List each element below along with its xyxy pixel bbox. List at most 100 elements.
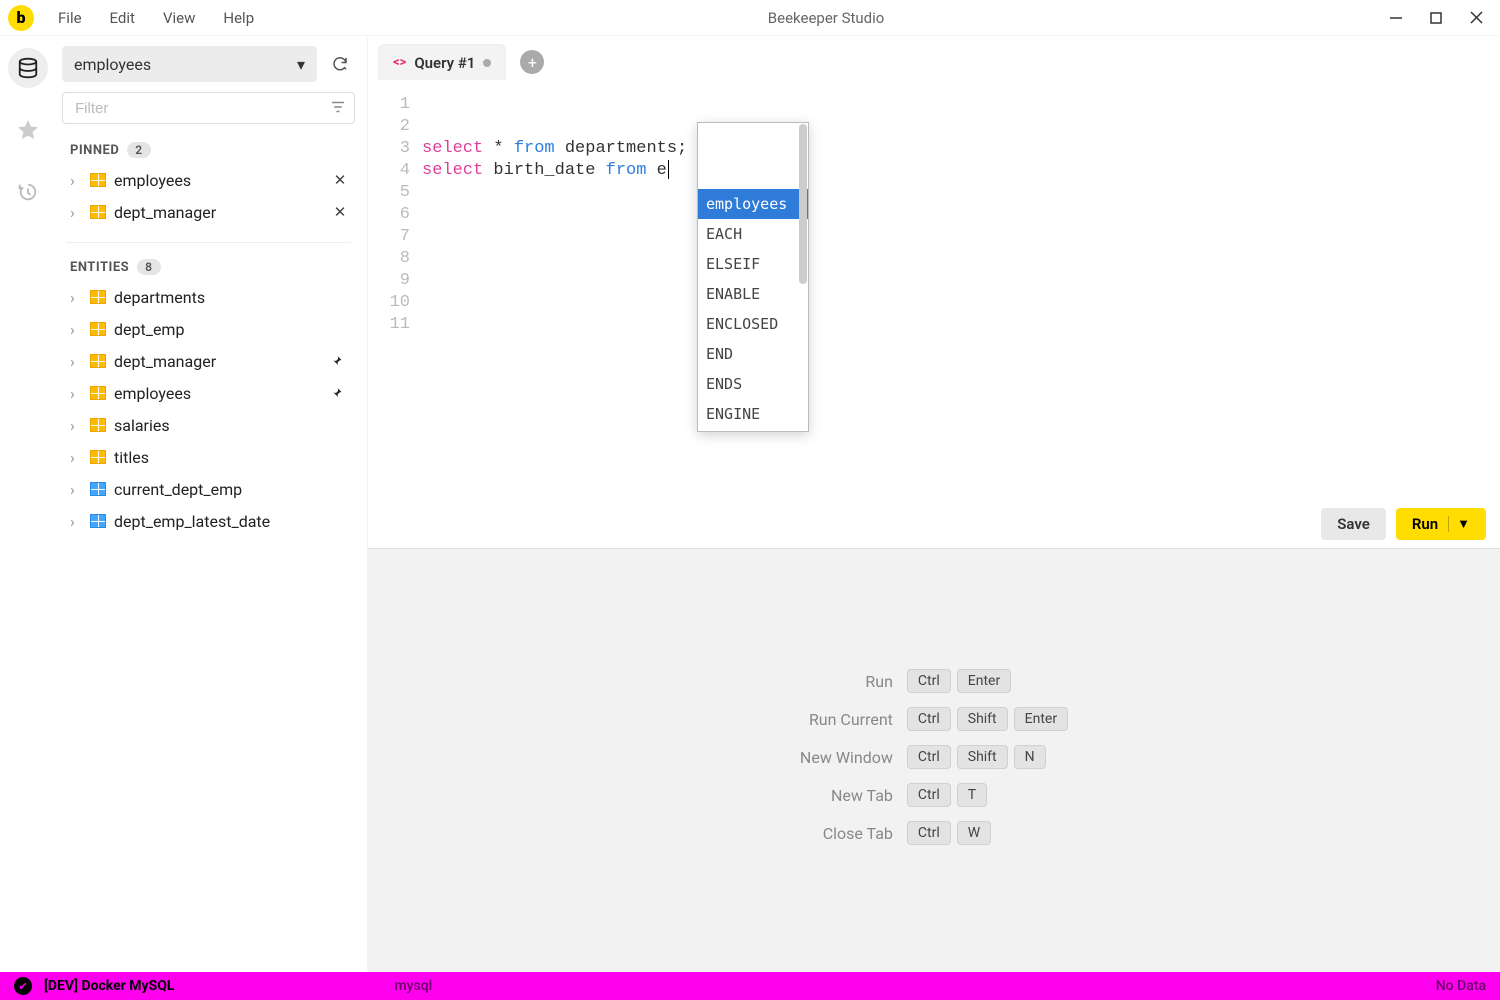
menubar: File Edit View Help	[46, 3, 266, 33]
shortcut-keys: CtrlW	[907, 821, 1068, 845]
menu-view[interactable]: View	[151, 3, 207, 33]
pinned-item[interactable]: › employees ✕	[62, 164, 355, 196]
shortcut-label: Close Tab	[800, 824, 893, 843]
chevron-right-icon: ›	[70, 320, 82, 339]
autocomplete-item[interactable]: employees	[698, 189, 808, 219]
database-select-value: employees	[74, 55, 151, 74]
run-button-label: Run	[1412, 515, 1438, 533]
entity-item[interactable]: › employees	[62, 377, 355, 409]
menu-help[interactable]: Help	[211, 3, 266, 33]
entity-item[interactable]: › dept_emp_latest_date	[62, 505, 355, 537]
entity-item[interactable]: › dept_emp	[62, 313, 355, 345]
entities-header-label: ENTITIES	[70, 260, 129, 275]
table-icon	[90, 386, 106, 400]
key: Enter	[957, 669, 1011, 693]
kw: from	[606, 161, 647, 180]
pinned-item-label: employees	[114, 171, 323, 190]
entity-item[interactable]: › dept_manager	[62, 345, 355, 377]
shortcut-keys: CtrlEnter	[907, 669, 1068, 693]
window-controls	[1386, 8, 1492, 28]
status-right: No Data	[1436, 978, 1486, 994]
history-icon[interactable]	[8, 172, 48, 212]
autocomplete-item[interactable]: END	[698, 339, 808, 369]
key: Ctrl	[907, 669, 951, 693]
run-button[interactable]: Run ▼	[1396, 508, 1486, 540]
key: N	[1014, 745, 1046, 769]
menu-file[interactable]: File	[46, 3, 94, 33]
unpin-icon[interactable]: ✕	[331, 203, 349, 221]
chevron-right-icon: ›	[70, 171, 82, 190]
menu-edit[interactable]: Edit	[98, 3, 147, 33]
entity-item-label: dept_emp	[114, 320, 349, 339]
minimize-button[interactable]	[1386, 8, 1406, 28]
run-split-icon[interactable]: ▼	[1448, 516, 1470, 532]
unpin-icon[interactable]: ✕	[331, 171, 349, 189]
database-icon[interactable]	[8, 48, 48, 88]
entity-item-label: current_dept_emp	[114, 480, 349, 499]
entity-item-label: employees	[114, 384, 323, 403]
view-icon	[90, 482, 106, 496]
save-button[interactable]: Save	[1321, 508, 1386, 540]
chevron-right-icon: ›	[70, 416, 82, 435]
key: W	[957, 821, 991, 845]
refresh-button[interactable]	[325, 46, 355, 82]
entity-item[interactable]: › salaries	[62, 409, 355, 441]
database-select[interactable]: employees ▾	[62, 46, 317, 82]
editor-toolbar: Save Run ▼	[368, 500, 1500, 549]
pin-icon[interactable]	[331, 355, 349, 367]
tab-query[interactable]: <> Query #1	[378, 44, 506, 80]
titlebar: b File Edit View Help Beekeeper Studio	[0, 0, 1500, 36]
key: Ctrl	[907, 745, 951, 769]
autocomplete-item[interactable]: ENABLE	[698, 279, 808, 309]
autocomplete-item[interactable]: ELSEIF	[698, 249, 808, 279]
current-line-highlight	[422, 116, 662, 138]
star-icon[interactable]	[8, 110, 48, 150]
pin-icon[interactable]	[331, 387, 349, 399]
entity-item[interactable]: › current_dept_emp	[62, 473, 355, 505]
filter-input[interactable]	[62, 92, 355, 124]
autocomplete-item[interactable]: ENGINES	[698, 429, 808, 432]
autocomplete-item[interactable]: ENDS	[698, 369, 808, 399]
autocomplete-popup[interactable]: employeesEACHELSEIFENABLEENCLOSEDENDENDS…	[697, 122, 809, 432]
shortcut-label: Run	[800, 672, 893, 691]
tok: departments;	[565, 139, 687, 158]
pinned-count: 2	[127, 142, 150, 158]
filter-icon[interactable]	[329, 98, 347, 116]
entity-item-label: dept_manager	[114, 352, 323, 371]
key: Ctrl	[907, 821, 951, 845]
maximize-button[interactable]	[1426, 8, 1446, 28]
tok: *	[493, 139, 503, 158]
connection-name[interactable]: [DEV] Docker MySQL	[44, 978, 174, 994]
db-engine: mysql	[394, 978, 432, 994]
pinned-item-label: dept_manager	[114, 203, 323, 222]
entities-header: ENTITIES 8	[70, 259, 355, 275]
autocomplete-item[interactable]: ENCLOSED	[698, 309, 808, 339]
table-icon	[90, 354, 106, 368]
new-tab-button[interactable]: +	[520, 50, 544, 74]
key: T	[957, 783, 987, 807]
table-icon	[90, 290, 106, 304]
table-icon	[90, 450, 106, 464]
results-panel: Run CtrlEnterRun Current CtrlShiftEnterN…	[368, 549, 1500, 972]
code-icon: <>	[393, 55, 406, 70]
autocomplete-item[interactable]: ENGINE	[698, 399, 808, 429]
pinned-header-label: PINNED	[70, 143, 119, 158]
entity-item-label: titles	[114, 448, 349, 467]
sql-editor[interactable]: 1234567891011 select * from departments;…	[368, 80, 1500, 500]
key: Shift	[957, 707, 1008, 731]
entity-item-label: departments	[114, 288, 349, 307]
autocomplete-scrollbar[interactable]	[799, 124, 807, 284]
entity-item[interactable]: › departments	[62, 281, 355, 313]
tok: birth_date	[493, 161, 595, 180]
table-icon	[90, 418, 106, 432]
pinned-item[interactable]: › dept_manager ✕	[62, 196, 355, 228]
close-button[interactable]	[1466, 8, 1486, 28]
key: Enter	[1014, 707, 1068, 731]
view-icon	[90, 514, 106, 528]
key: Ctrl	[907, 707, 951, 731]
code-area[interactable]: select * from departments; select birth_…	[422, 94, 687, 500]
table-icon	[90, 173, 106, 187]
autocomplete-item[interactable]: EACH	[698, 219, 808, 249]
entity-item[interactable]: › titles	[62, 441, 355, 473]
caret	[668, 160, 669, 179]
